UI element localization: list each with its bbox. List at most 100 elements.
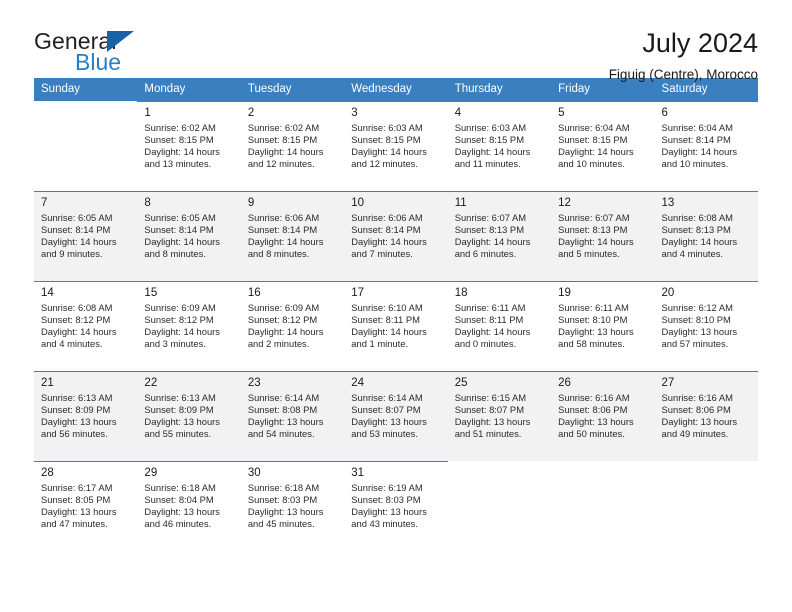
daylight-text-line2: and 58 minutes.: [558, 337, 625, 349]
day-cell[interactable]: 5 Sunrise: 6:04 AM Sunset: 8:15 PM Dayli…: [551, 101, 655, 191]
daylight-text-line2: and 57 minutes.: [661, 337, 729, 349]
sunrise-text: Sunrise: 6:06 AM: [351, 212, 423, 223]
daylight-text-line1: Daylight: 14 hours: [661, 235, 738, 247]
page-title: July 2024: [642, 28, 758, 58]
daylight-text-line2: and 12 minutes.: [351, 157, 418, 169]
day-number: 27: [661, 377, 675, 389]
sunset-text: Sunset: 8:10 PM: [661, 313, 731, 325]
calendar-page: General Blue July 2024 Figuig (Centre), …: [0, 0, 792, 612]
day-cell[interactable]: 18 Sunrise: 6:11 AM Sunset: 8:11 PM Dayl…: [447, 281, 552, 371]
day-number: 3: [351, 107, 358, 119]
daylight-text-line1: Daylight: 14 hours: [247, 325, 324, 337]
sunrise-text: Sunrise: 6:14 AM: [351, 392, 423, 403]
day-cell[interactable]: 20 Sunrise: 6:12 AM Sunset: 8:10 PM Dayl…: [654, 281, 758, 371]
daylight-text-line1: Daylight: 14 hours: [144, 325, 220, 337]
daylight-text-line2: and 51 minutes.: [454, 427, 522, 439]
sunset-text: Sunset: 8:14 PM: [247, 223, 318, 235]
daylight-text-line1: Daylight: 13 hours: [247, 415, 324, 427]
day-cell[interactable]: 2 Sunrise: 6:02 AM Sunset: 8:15 PM Dayli…: [240, 101, 345, 191]
daylight-text-line1: Daylight: 13 hours: [661, 415, 738, 427]
day-cell[interactable]: 3 Sunrise: 6:03 AM Sunset: 8:15 PM Dayli…: [344, 101, 448, 191]
day-cell[interactable]: 25 Sunrise: 6:15 AM Sunset: 8:07 PM Dayl…: [447, 371, 552, 461]
day-number: 17: [351, 287, 365, 299]
calendar-week-row: 14 Sunrise: 6:08 AM Sunset: 8:12 PM Dayl…: [34, 281, 758, 371]
weekday-header-wednesday: Wednesday: [344, 78, 448, 101]
sunrise-text: Sunrise: 6:11 AM: [454, 302, 526, 313]
day-number: 13: [661, 197, 675, 209]
day-cell[interactable]: 11 Sunrise: 6:07 AM Sunset: 8:13 PM Dayl…: [447, 191, 552, 281]
daylight-text-line2: and 4 minutes.: [41, 337, 103, 349]
sunrise-text: Sunrise: 6:05 AM: [144, 212, 216, 223]
general-blue-logo[interactable]: General Blue: [34, 25, 184, 75]
day-cell[interactable]: 17 Sunrise: 6:10 AM Sunset: 8:11 PM Dayl…: [344, 281, 448, 371]
day-cell[interactable]: 9 Sunrise: 6:06 AM Sunset: 8:14 PM Dayli…: [240, 191, 345, 281]
sunrise-text: Sunrise: 6:12 AM: [661, 302, 733, 313]
sunset-text: Sunset: 8:12 PM: [144, 313, 214, 325]
day-cell[interactable]: 8 Sunrise: 6:05 AM Sunset: 8:14 PM Dayli…: [137, 191, 241, 281]
sunset-text: Sunset: 8:13 PM: [454, 223, 524, 235]
day-cell[interactable]: 28 Sunrise: 6:17 AM Sunset: 8:05 PM Dayl…: [34, 461, 138, 551]
daylight-text-line2: and 4 minutes.: [661, 247, 724, 259]
day-number: 8: [144, 197, 151, 209]
sunrise-text: Sunrise: 6:10 AM: [351, 302, 423, 313]
day-cell[interactable]: 27 Sunrise: 6:16 AM Sunset: 8:06 PM Dayl…: [654, 371, 758, 461]
sunset-text: Sunset: 8:09 PM: [41, 403, 111, 415]
daylight-text-line1: Daylight: 13 hours: [351, 415, 427, 427]
day-number: 4: [454, 107, 462, 119]
sunrise-text: Sunrise: 6:03 AM: [351, 122, 423, 133]
daylight-text-line1: Daylight: 14 hours: [351, 145, 427, 157]
daylight-text-line2: and 46 minutes.: [144, 517, 212, 529]
sunset-text: Sunset: 8:15 PM: [144, 133, 214, 145]
sunset-text: Sunset: 8:12 PM: [41, 313, 111, 325]
daylight-text-line1: Daylight: 13 hours: [558, 325, 634, 337]
day-cell[interactable]: 13 Sunrise: 6:08 AM Sunset: 8:13 PM Dayl…: [654, 191, 758, 281]
day-cell[interactable]: 16 Sunrise: 6:09 AM Sunset: 8:12 PM Dayl…: [240, 281, 345, 371]
day-cell[interactable]: 26 Sunrise: 6:16 AM Sunset: 8:06 PM Dayl…: [551, 371, 655, 461]
calendar-week-row: 21 Sunrise: 6:13 AM Sunset: 8:09 PM Dayl…: [34, 371, 758, 461]
sunset-text: Sunset: 8:13 PM: [558, 223, 628, 235]
daylight-text-line1: Daylight: 14 hours: [247, 235, 324, 247]
day-cell[interactable]: 4 Sunrise: 6:03 AM Sunset: 8:15 PM Dayli…: [447, 101, 552, 191]
day-cell[interactable]: 15 Sunrise: 6:09 AM Sunset: 8:12 PM Dayl…: [137, 281, 241, 371]
daylight-text-line1: Daylight: 14 hours: [144, 145, 220, 157]
daylight-text-line2: and 50 minutes.: [558, 427, 625, 439]
day-cell[interactable]: 29 Sunrise: 6:18 AM Sunset: 8:04 PM Dayl…: [137, 461, 241, 551]
day-number: 19: [558, 287, 571, 299]
day-cell[interactable]: 24 Sunrise: 6:14 AM Sunset: 8:07 PM Dayl…: [344, 371, 448, 461]
daylight-text-line2: and 49 minutes.: [661, 427, 729, 439]
daylight-text-line2: and 6 minutes.: [454, 247, 517, 259]
daylight-text-line2: and 2 minutes.: [247, 337, 310, 349]
day-cell[interactable]: 19 Sunrise: 6:11 AM Sunset: 8:10 PM Dayl…: [551, 281, 655, 371]
day-cell[interactable]: 6 Sunrise: 6:04 AM Sunset: 8:14 PM Dayli…: [654, 101, 758, 191]
daylight-text-line1: Daylight: 13 hours: [558, 415, 634, 427]
sunrise-text: Sunrise: 6:03 AM: [454, 122, 527, 133]
day-number: 28: [41, 467, 54, 479]
sunrise-text: Sunrise: 6:04 AM: [558, 122, 630, 133]
day-cell[interactable]: 10 Sunrise: 6:06 AM Sunset: 8:14 PM Dayl…: [344, 191, 448, 281]
daylight-text-line1: Daylight: 14 hours: [661, 145, 738, 157]
daylight-text-line2: and 5 minutes.: [558, 247, 620, 259]
day-cell[interactable]: 14 Sunrise: 6:08 AM Sunset: 8:12 PM Dayl…: [34, 281, 138, 371]
day-cell[interactable]: 31 Sunrise: 6:19 AM Sunset: 8:03 PM Dayl…: [344, 461, 448, 551]
sunrise-text: Sunrise: 6:17 AM: [41, 482, 113, 493]
weekday-header-sunday: Sunday: [34, 78, 138, 101]
daylight-text-line1: Daylight: 14 hours: [454, 235, 531, 247]
day-cell[interactable]: 21 Sunrise: 6:13 AM Sunset: 8:09 PM Dayl…: [34, 371, 138, 461]
day-number: 29: [144, 467, 158, 479]
day-cell[interactable]: 12 Sunrise: 6:07 AM Sunset: 8:13 PM Dayl…: [551, 191, 655, 281]
title-block: July 2024 Figuig (Centre), Morocco: [609, 25, 758, 85]
daylight-text-line2: and 45 minutes.: [247, 517, 315, 529]
daylight-text-line2: and 10 minutes.: [558, 157, 625, 169]
day-cell[interactable]: 1 Sunrise: 6:02 AM Sunset: 8:15 PM Dayli…: [137, 101, 241, 191]
day-cell[interactable]: 23 Sunrise: 6:14 AM Sunset: 8:08 PM Dayl…: [240, 371, 345, 461]
sunrise-text: Sunrise: 6:09 AM: [144, 302, 216, 313]
sunrise-text: Sunrise: 6:18 AM: [144, 482, 216, 493]
day-cell[interactable]: 30 Sunrise: 6:18 AM Sunset: 8:03 PM Dayl…: [240, 461, 345, 551]
day-cell[interactable]: 22 Sunrise: 6:13 AM Sunset: 8:09 PM Dayl…: [137, 371, 241, 461]
sunset-text: Sunset: 8:07 PM: [351, 403, 421, 415]
weekday-header-tuesday: Tuesday: [240, 78, 345, 101]
daylight-text-line2: and 55 minutes.: [144, 427, 212, 439]
sunset-text: Sunset: 8:14 PM: [351, 223, 421, 235]
day-cell[interactable]: 7 Sunrise: 6:05 AM Sunset: 8:14 PM Dayli…: [34, 191, 138, 281]
daylight-text-line2: and 7 minutes.: [351, 247, 413, 259]
